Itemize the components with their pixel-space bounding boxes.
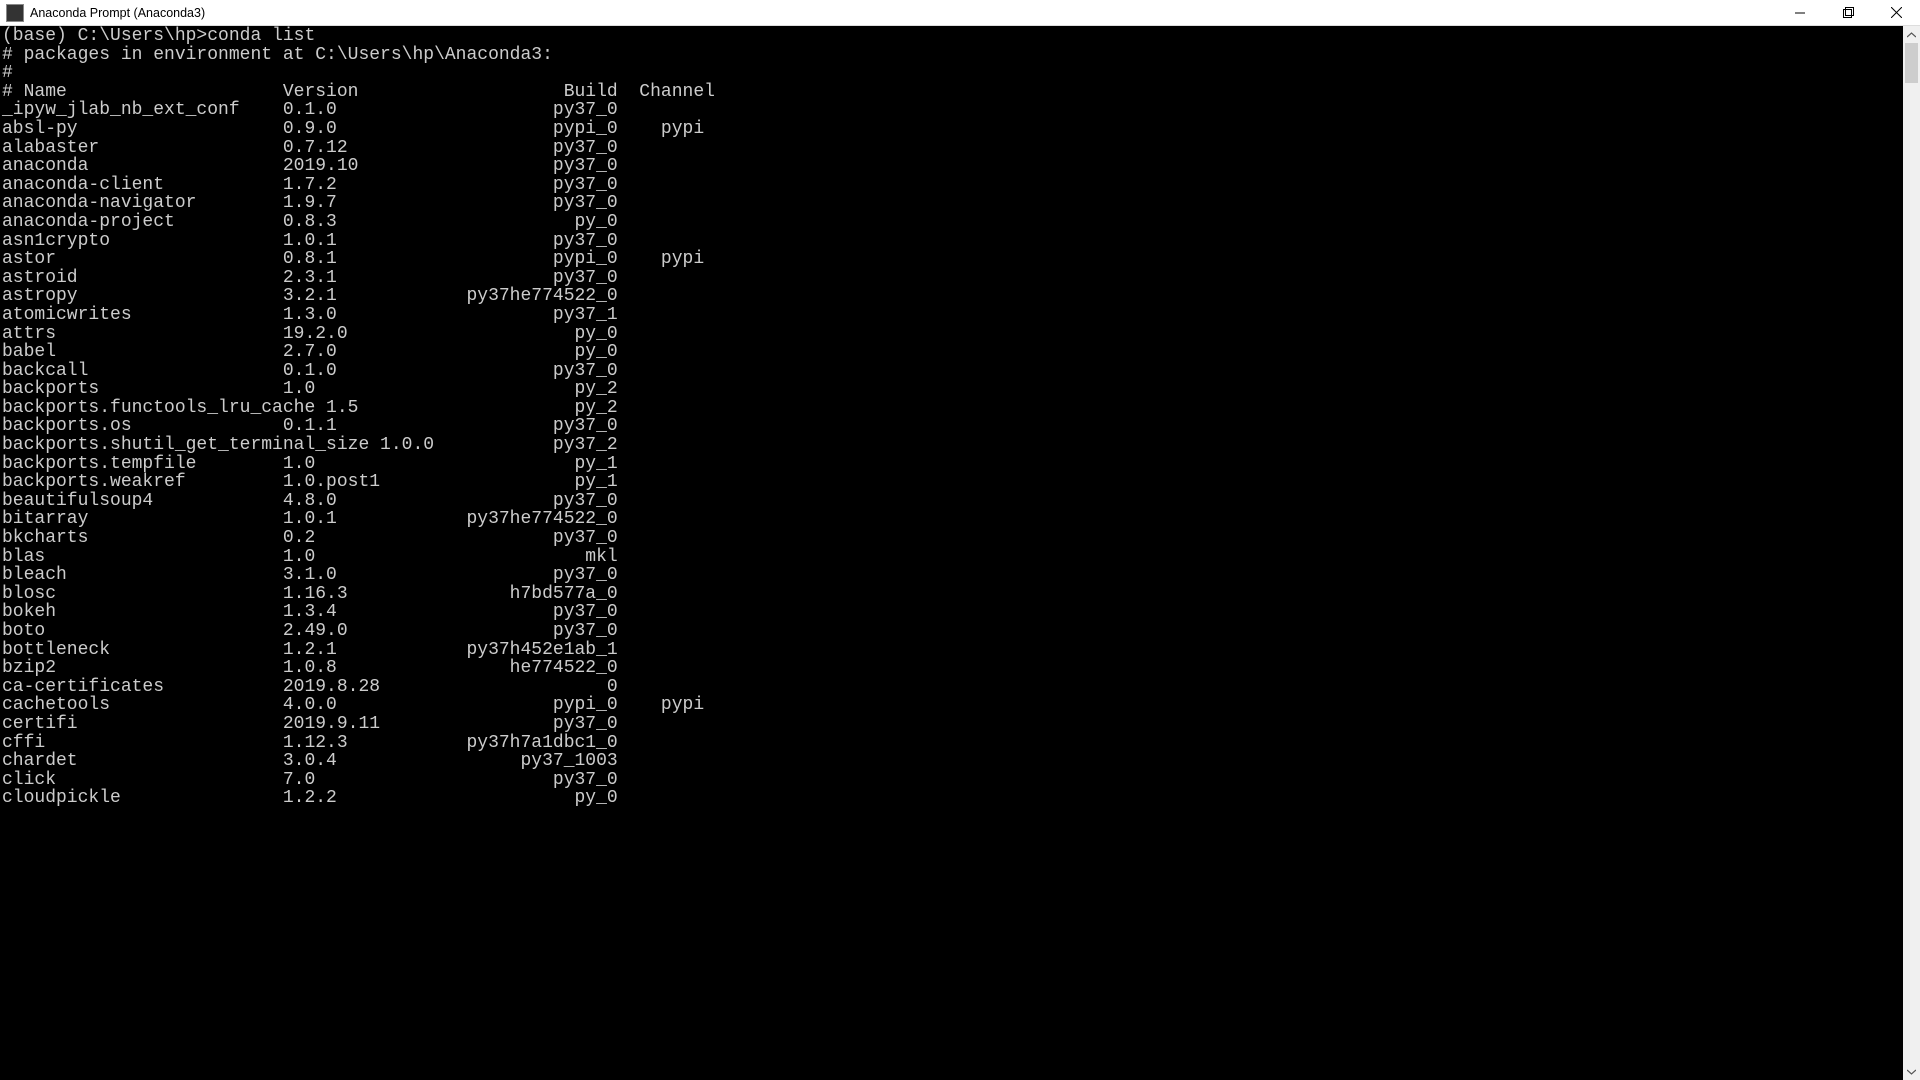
titlebar-buttons xyxy=(1776,0,1920,25)
maximize-icon xyxy=(1843,7,1854,18)
window: Anaconda Prompt (Anaconda3) (base) C:\Us… xyxy=(0,0,1920,1080)
maximize-button[interactable] xyxy=(1824,0,1872,25)
titlebar[interactable]: Anaconda Prompt (Anaconda3) xyxy=(0,0,1920,26)
chevron-down-icon xyxy=(1907,1069,1916,1075)
app-icon xyxy=(6,4,24,22)
terminal-output[interactable]: (base) C:\Users\hp>conda list # packages… xyxy=(0,26,1903,1080)
scrollbar-thumb[interactable] xyxy=(1905,43,1918,83)
chevron-up-icon xyxy=(1907,32,1916,38)
terminal-area: (base) C:\Users\hp>conda list # packages… xyxy=(0,26,1920,1080)
scrollbar[interactable] xyxy=(1903,26,1920,1080)
close-button[interactable] xyxy=(1872,0,1920,25)
window-title: Anaconda Prompt (Anaconda3) xyxy=(30,6,1776,20)
scroll-up-button[interactable] xyxy=(1903,26,1920,43)
scrollbar-track[interactable] xyxy=(1903,43,1920,1063)
close-icon xyxy=(1891,7,1902,18)
minimize-icon xyxy=(1795,8,1805,18)
minimize-button[interactable] xyxy=(1776,0,1824,25)
scroll-down-button[interactable] xyxy=(1903,1063,1920,1080)
